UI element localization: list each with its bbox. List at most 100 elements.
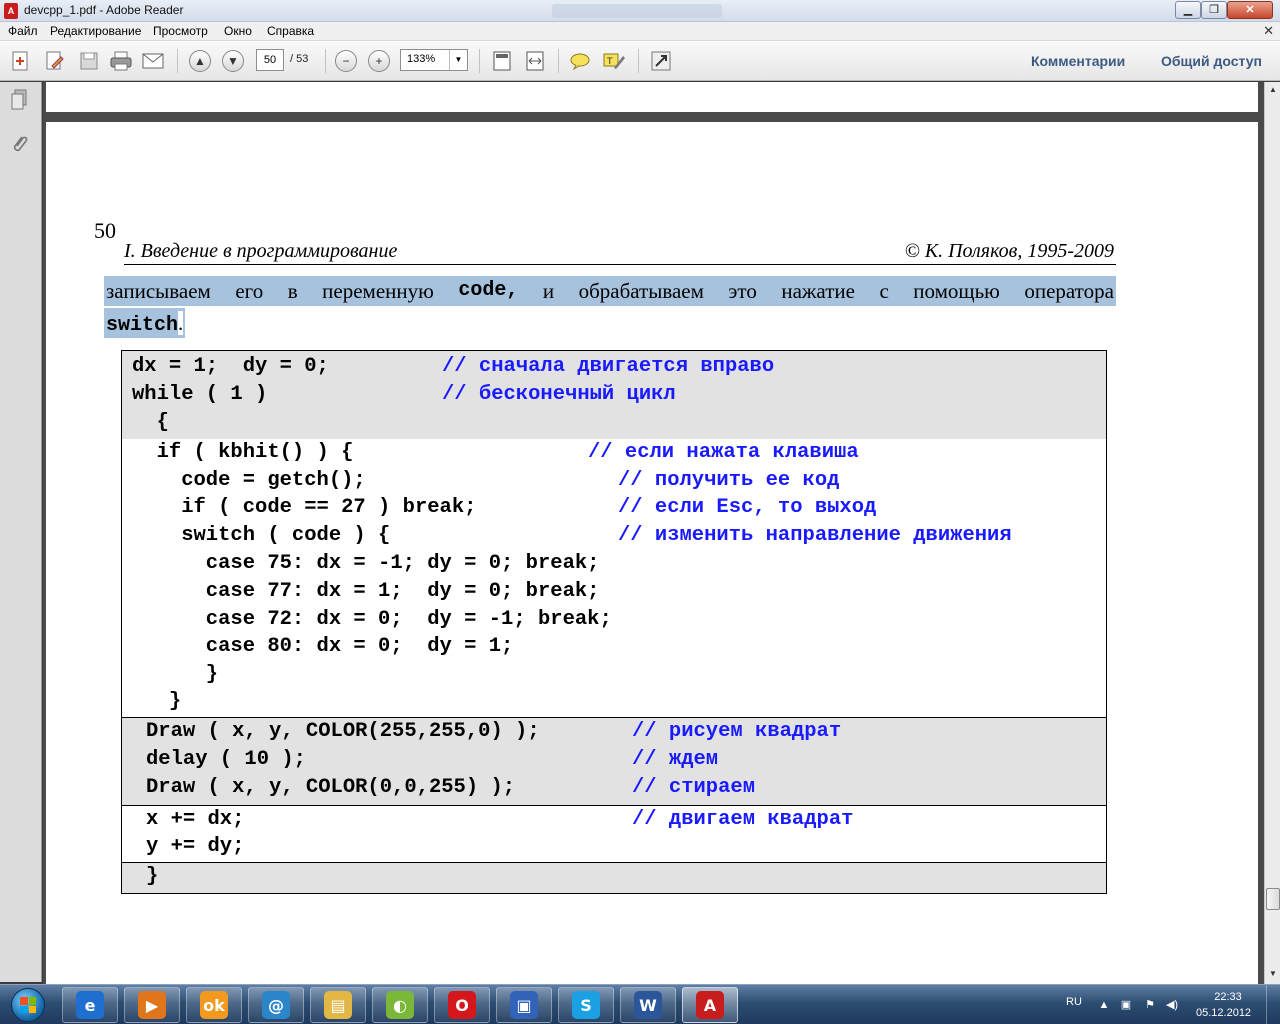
code-block-draw: Draw ( x, y, COLOR(255,255,0) ); // рису… — [122, 717, 1106, 805]
windows-logo-icon — [11, 988, 45, 1022]
close-document-icon[interactable]: ✕ — [1263, 23, 1274, 39]
code-line: Draw ( x, y, COLOR(0,0,255) ); — [146, 776, 516, 799]
toolbar-separator — [325, 49, 326, 73]
full-screen-icon[interactable] — [648, 49, 674, 73]
code-line: if ( code == 27 ) break; — [132, 496, 477, 519]
file-explorer-icon: ▤ — [324, 991, 352, 1019]
taskbar-color-app-button[interactable]: ◐ — [372, 987, 428, 1023]
svg-text:T: T — [606, 57, 613, 67]
sticky-note-icon[interactable] — [567, 49, 593, 73]
scroll-up-arrow-icon[interactable]: ▲ — [1266, 82, 1280, 98]
code-line: y += dy; — [146, 835, 245, 858]
menu-edit[interactable]: Редактирование — [50, 24, 141, 38]
zoom-select[interactable]: 133% ▼ — [400, 49, 468, 71]
selected-text-line-2[interactable]: switch. — [104, 308, 186, 338]
code-line: dx = 1; dy = 0; — [132, 355, 329, 378]
window-title: devcpp_1.pdf - Adobe Reader — [24, 3, 184, 17]
pdf-page: 50 I. Введение в программирование © К. П… — [46, 122, 1258, 984]
taskbar-word-button[interactable]: W — [620, 987, 676, 1023]
vertical-scrollbar[interactable]: ▲ ▼ — [1264, 82, 1280, 984]
toolbar-separator — [638, 49, 639, 73]
code-line: case 72: dx = 0; dy = -1; break; — [132, 608, 612, 631]
network-icon[interactable]: ▣ — [1118, 998, 1134, 1012]
running-header-right: © К. Поляков, 1995-2009 — [904, 240, 1114, 262]
show-desktop-button[interactable] — [1266, 985, 1280, 1024]
code-line: code = getch(); — [132, 469, 366, 492]
adobe-reader-app-icon: A — [4, 3, 18, 19]
code-line: Draw ( x, y, COLOR(255,255,0) ); — [146, 720, 540, 743]
language-indicator[interactable]: RU — [1066, 996, 1082, 1008]
edit-icon[interactable] — [42, 49, 68, 73]
create-pdf-icon[interactable] — [8, 49, 34, 73]
attachments-icon[interactable] — [8, 132, 30, 156]
share-button[interactable]: Общий доступ — [1161, 53, 1262, 69]
page-number-input[interactable]: 50 — [256, 49, 284, 71]
volume-icon[interactable]: ◀) — [1164, 998, 1180, 1012]
taskbar-internet-explorer-button[interactable]: e — [62, 987, 118, 1023]
blurred-area — [552, 4, 722, 18]
taskbar-odnoklassniki-button[interactable]: ok — [186, 987, 242, 1023]
next-page-icon[interactable]: ▼ — [220, 49, 246, 73]
restore-button[interactable]: ❐ — [1201, 1, 1227, 19]
word: помощью — [913, 279, 1000, 303]
code-block-end: } — [122, 862, 1106, 893]
previous-page-icon[interactable]: ▲ — [187, 49, 213, 73]
taskbar-browser-button[interactable]: @ — [248, 987, 304, 1023]
pages-icon[interactable] — [8, 88, 30, 112]
print-icon[interactable] — [108, 49, 134, 73]
word: его — [235, 279, 264, 303]
fit-page-icon[interactable] — [489, 49, 515, 73]
menu-file[interactable]: Файл — [8, 24, 38, 38]
code-line: switch ( code ) { — [132, 524, 391, 547]
previous-page-bottom — [46, 82, 1258, 112]
taskbar-opera-button[interactable]: O — [434, 987, 490, 1023]
word: оператора — [1024, 279, 1114, 303]
close-button[interactable]: ✕ — [1227, 1, 1273, 19]
chevron-down-icon[interactable]: ▼ — [449, 50, 467, 70]
clock-date[interactable]: 05.12.2012 — [1196, 1007, 1251, 1019]
code-comment: // получить ее код — [618, 469, 840, 492]
taskbar-media-player-button[interactable]: ▶ — [124, 987, 180, 1023]
menu-window[interactable]: Окно — [224, 24, 252, 38]
save-icon[interactable] — [76, 49, 102, 73]
menu-bar: Файл Редактирование Просмотр Окно Справк… — [0, 22, 1280, 41]
email-icon[interactable] — [140, 49, 166, 73]
code-comment: // изменить направление движения — [618, 524, 1012, 547]
comments-button[interactable]: Комментарии — [1031, 53, 1125, 69]
taskbar-file-explorer-button[interactable]: ▤ — [310, 987, 366, 1023]
page-number: 50 — [94, 218, 116, 243]
word-code: code, — [458, 279, 519, 302]
menu-help[interactable]: Справка — [267, 24, 314, 38]
word: переменную — [322, 279, 434, 303]
floppy-save-icon: ▣ — [510, 991, 538, 1019]
word-icon: W — [634, 991, 662, 1019]
fit-width-icon[interactable] — [522, 49, 548, 73]
browser-icon: @ — [262, 991, 290, 1019]
header-rule — [124, 264, 1116, 265]
zoom-out-icon[interactable]: − — [333, 49, 359, 73]
word: записываем — [106, 279, 211, 303]
word: обрабатываем — [578, 279, 704, 303]
menu-view[interactable]: Просмотр — [153, 24, 208, 38]
show-hidden-icons-icon[interactable]: ▲ — [1096, 998, 1112, 1012]
taskbar-floppy-save-button[interactable]: ▣ — [496, 987, 552, 1023]
taskbar-skype-button[interactable]: S — [558, 987, 614, 1023]
start-button[interactable] — [2, 986, 54, 1024]
minimize-button[interactable]: ▁ — [1175, 1, 1201, 19]
document-view[interactable]: 50 I. Введение в программирование © К. П… — [43, 82, 1264, 984]
taskbar-adobe-reader-button[interactable]: A — [682, 987, 738, 1023]
page-total: / 53 — [290, 53, 309, 65]
word: в — [287, 279, 298, 303]
action-center-icon[interactable]: ⚑ — [1142, 998, 1158, 1012]
scroll-down-arrow-icon[interactable]: ▼ — [1266, 966, 1280, 982]
highlight-icon[interactable]: T — [601, 49, 627, 73]
toolbar-separator — [479, 49, 480, 73]
opera-icon: O — [448, 991, 476, 1019]
selected-text-line-1[interactable]: записываем его в переменную code, и обра… — [104, 276, 1116, 306]
scrollbar-thumb[interactable] — [1266, 888, 1280, 910]
code-listing: dx = 1; dy = 0; // сначала двигается впр… — [121, 350, 1107, 894]
code-block-keyboard: if ( kbhit() ) { // если нажата клавиша … — [122, 439, 1106, 717]
zoom-in-icon[interactable]: + — [366, 49, 392, 73]
clock-time[interactable]: 22:33 — [1210, 991, 1246, 1003]
code-block-init: dx = 1; dy = 0; // сначала двигается впр… — [122, 351, 1106, 439]
